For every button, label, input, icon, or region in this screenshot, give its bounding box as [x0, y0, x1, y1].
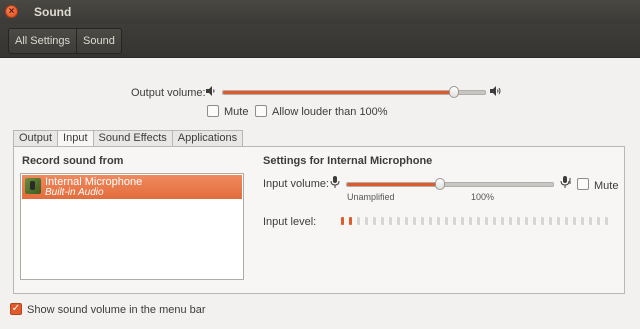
- device-subtitle: Built-in Audio: [45, 187, 104, 198]
- allow-louder-label: Allow louder than 100%: [272, 106, 388, 118]
- microphone-card-icon: [25, 178, 41, 194]
- level-segment: [413, 217, 416, 225]
- level-segment: [437, 217, 440, 225]
- level-segment: [469, 217, 472, 225]
- sound-breadcrumb-button[interactable]: Sound: [77, 29, 121, 53]
- level-segment: [373, 217, 376, 225]
- settings-title: Settings for Internal Microphone: [263, 155, 433, 167]
- level-segment: [341, 217, 344, 225]
- level-segment: [493, 217, 496, 225]
- microphone-low-icon: [330, 176, 340, 191]
- input-mute-label: Mute: [594, 180, 619, 192]
- level-segment: [485, 217, 488, 225]
- tab-input[interactable]: Input: [57, 130, 94, 147]
- level-segment: [453, 217, 456, 225]
- level-segment: [365, 217, 368, 225]
- level-segment: [597, 217, 600, 225]
- level-segment: [421, 217, 424, 225]
- input-device-list: Internal Microphone Built-in Audio: [20, 173, 244, 280]
- breadcrumb: All Settings Sound: [8, 28, 122, 54]
- tab-sound-effects[interactable]: Sound Effects: [92, 130, 173, 146]
- show-in-menu-bar-label: Show sound volume in the menu bar: [27, 304, 206, 316]
- microphone-high-icon: [560, 176, 572, 191]
- level-segment: [445, 217, 448, 225]
- level-segment: [541, 217, 544, 225]
- level-segment: [605, 217, 608, 225]
- input-mute-checkbox[interactable]: [577, 178, 589, 190]
- level-segment: [509, 217, 512, 225]
- level-segment: [589, 217, 592, 225]
- input-panel: Record sound from Internal Microphone Bu…: [13, 146, 625, 294]
- level-segment: [405, 217, 408, 225]
- tab-output[interactable]: Output: [13, 130, 59, 146]
- input-volume-fill: [347, 183, 440, 186]
- level-segment: [389, 217, 392, 225]
- level-segment: [557, 217, 560, 225]
- hundred-percent-label: 100%: [471, 192, 495, 202]
- level-segment: [565, 217, 568, 225]
- input-level-meter: [341, 217, 611, 227]
- level-segment: [517, 217, 520, 225]
- toolbar: All Settings Sound: [0, 24, 640, 58]
- input-volume-label: Input volume:: [263, 178, 330, 190]
- tab-applications[interactable]: Applications: [171, 130, 244, 146]
- input-volume-slider[interactable]: [346, 178, 554, 190]
- speaker-low-icon: [205, 85, 217, 100]
- output-mute-checkbox[interactable]: [207, 105, 219, 117]
- all-settings-button[interactable]: All Settings: [9, 29, 78, 53]
- output-volume-fill: [223, 91, 454, 94]
- output-volume-label: Output volume:: [131, 87, 206, 99]
- title-bar: × Sound: [0, 0, 640, 24]
- record-from-title: Record sound from: [22, 155, 124, 167]
- list-item[interactable]: Internal Microphone Built-in Audio: [22, 175, 242, 199]
- show-in-menu-bar-checkbox[interactable]: ✓: [10, 303, 22, 315]
- input-level-label: Input level:: [263, 216, 317, 228]
- level-segment: [429, 217, 432, 225]
- level-segment: [477, 217, 480, 225]
- speaker-high-icon: [489, 85, 503, 100]
- level-segment: [501, 217, 504, 225]
- level-segment: [549, 217, 552, 225]
- level-segment: [349, 217, 352, 225]
- input-volume-handle[interactable]: [435, 178, 445, 190]
- close-icon[interactable]: ×: [5, 5, 18, 18]
- output-volume-handle[interactable]: [449, 86, 459, 98]
- level-segment: [573, 217, 576, 225]
- level-segment: [357, 217, 360, 225]
- level-segment: [533, 217, 536, 225]
- level-segment: [397, 217, 400, 225]
- level-segment: [525, 217, 528, 225]
- window-title: Sound: [34, 5, 72, 19]
- level-segment: [581, 217, 584, 225]
- tab-bar: Output Input Sound Effects Applications: [13, 130, 244, 147]
- level-segment: [381, 217, 384, 225]
- unamplified-label: Unamplified: [347, 192, 395, 202]
- allow-louder-checkbox[interactable]: [255, 105, 267, 117]
- level-segment: [461, 217, 464, 225]
- output-volume-slider[interactable]: [222, 86, 486, 98]
- output-mute-label: Mute: [224, 106, 249, 118]
